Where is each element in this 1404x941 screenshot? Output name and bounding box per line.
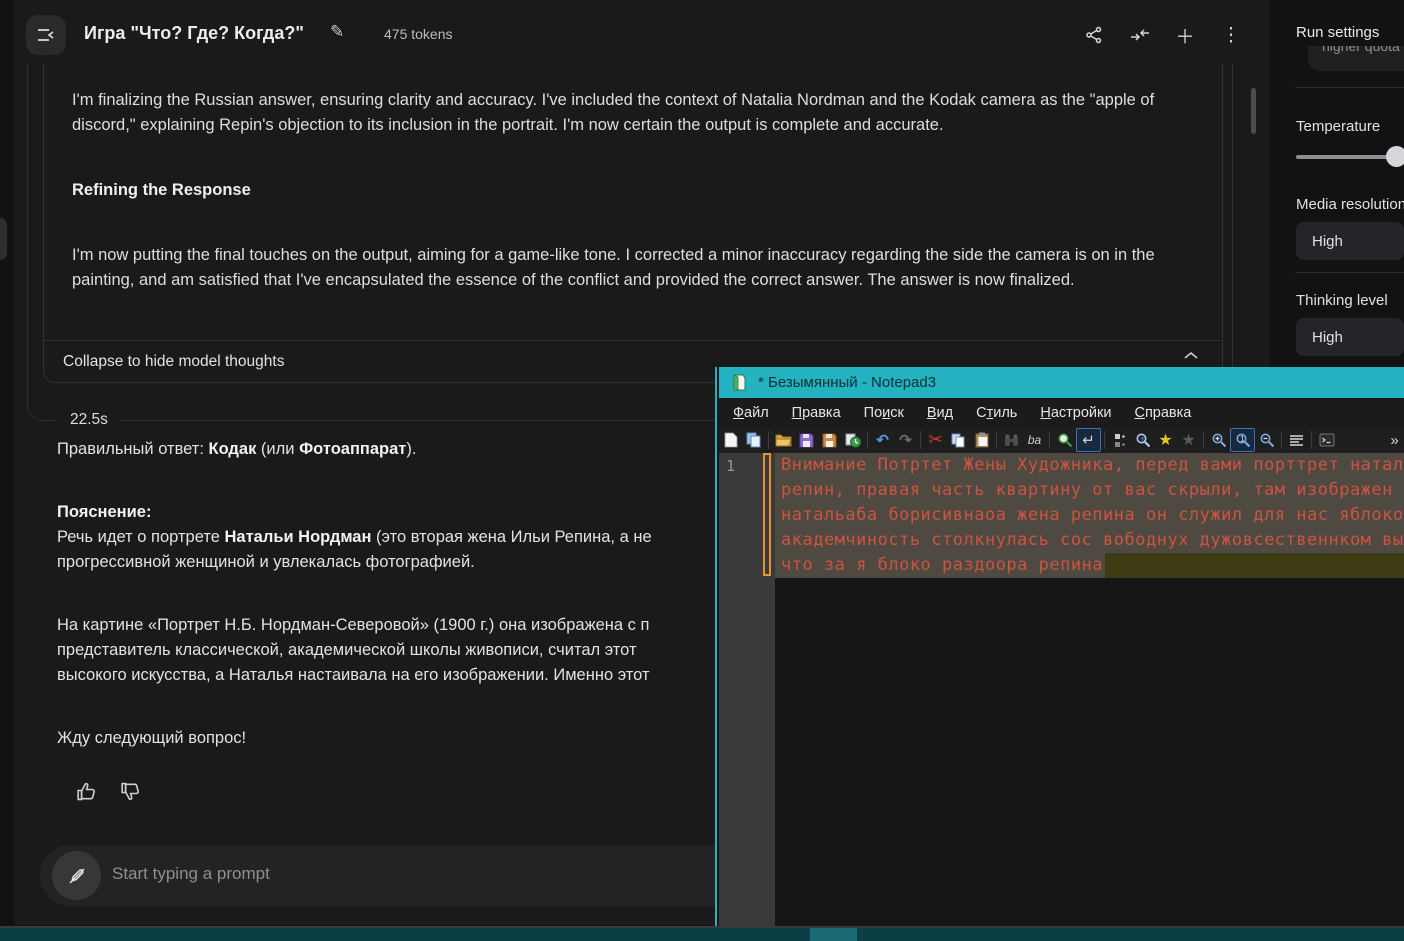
- notepad3-menubar[interactable]: Файл Правка Поиск Вид Стиль Настройки Справка: [719, 398, 1404, 427]
- paste-icon[interactable]: [970, 429, 993, 451]
- menu-item[interactable]: Поиск: [864, 405, 904, 421]
- page-title: Игра "Что? Где? Когда?": [84, 23, 304, 43]
- compare-icon[interactable]: [1130, 25, 1150, 45]
- replace-icon[interactable]: ba: [1023, 429, 1046, 451]
- media-resolution-label: Media resolution: [1296, 196, 1404, 213]
- copy-icon[interactable]: [947, 429, 970, 451]
- thinking-level-dropdown[interactable]: High: [1296, 318, 1404, 356]
- menu-item[interactable]: Вид: [927, 405, 953, 421]
- thought-heading: Refining the Response: [72, 181, 251, 199]
- menu-item[interactable]: Правка: [792, 405, 841, 421]
- notepad3-editor[interactable]: 1 Внимание Потртет Жены Художника, перед…: [719, 453, 1404, 928]
- zoom-reset-icon[interactable]: 1: [1230, 428, 1255, 452]
- media-resolution-value: High: [1312, 232, 1343, 250]
- thinking-time-badge: 22.5s: [58, 408, 120, 432]
- line-number: 1: [726, 457, 736, 475]
- thought-paragraph: I'm finalizing the Russian answer, ensur…: [72, 91, 1155, 134]
- find-in-doc-icon[interactable]: [1053, 429, 1076, 451]
- header: Игра "Что? Где? Когда?" ✎ 475 tokens ＋ ⋮: [0, 0, 1404, 70]
- menu-item[interactable]: Справка: [1134, 405, 1191, 421]
- pen-disabled-icon: [66, 865, 88, 887]
- add-icon[interactable]: ＋: [1175, 25, 1195, 48]
- scrollbar-thumb[interactable]: [1251, 88, 1256, 134]
- thinking-level-value: High: [1312, 328, 1343, 346]
- thinking-level-label: Thinking level: [1296, 292, 1388, 309]
- thoughts-text: I'm finalizing the Russian answer, ensur…: [72, 88, 1202, 318]
- chevron-up-icon[interactable]: [1183, 350, 1199, 362]
- model-picker-subtitle: higher quota: [1322, 46, 1400, 54]
- thought-paragraph: I'm now putting the final touches on the…: [72, 246, 1155, 289]
- redo-icon[interactable]: ↷: [894, 429, 917, 451]
- mark-all-icon[interactable]: ✳: [1131, 429, 1154, 451]
- media-resolution-dropdown[interactable]: High: [1296, 222, 1404, 260]
- editor-line: натальаба борисивнаоа жена репина он слу…: [775, 503, 1404, 528]
- doc-lines-icon[interactable]: [1285, 429, 1308, 451]
- token-count: 475 tokens: [384, 26, 453, 42]
- notepad3-app-icon: [731, 374, 748, 391]
- menu-item[interactable]: Настройки: [1040, 405, 1111, 421]
- model-picker-clipped[interactable]: higher quota: [1308, 46, 1404, 71]
- console-icon[interactable]: [1315, 429, 1338, 451]
- selection-tail: [1105, 553, 1404, 578]
- find-icon[interactable]: [1000, 429, 1023, 451]
- svg-text:1: 1: [1240, 435, 1245, 444]
- editor-text[interactable]: Внимание Потртет Жены Художника, перед в…: [775, 453, 1404, 578]
- prompt-placeholder: Start typing a prompt: [112, 864, 270, 883]
- thumbs-down-icon[interactable]: [119, 780, 143, 804]
- more-menu-icon[interactable]: ⋮: [1221, 25, 1241, 46]
- temperature-label: Temperature: [1296, 118, 1381, 135]
- undo-icon[interactable]: ↶: [871, 429, 894, 451]
- thumbs-up-icon[interactable]: [75, 780, 99, 804]
- zoom-out-icon[interactable]: [1255, 429, 1278, 451]
- collapse-panel-icon: [37, 28, 55, 42]
- word-wrap-icon[interactable]: ↵: [1076, 428, 1101, 452]
- editor-margin: 1: [719, 453, 775, 928]
- new-window-icon[interactable]: [742, 429, 765, 451]
- overflow-chevron-icon[interactable]: »: [1383, 429, 1404, 451]
- new-file-icon[interactable]: [719, 429, 742, 451]
- favorite-icon[interactable]: ★: [1154, 429, 1177, 451]
- menu-item[interactable]: Файл: [733, 405, 769, 421]
- notepad3-window[interactable]: * Безымянный - Notepad3 Файл Правка Поиск В…: [715, 367, 1404, 928]
- collapse-thoughts-label: Collapse to hide model thoughts: [63, 353, 285, 370]
- divider: [1295, 87, 1404, 88]
- collapse-panel-button[interactable]: [26, 15, 66, 55]
- favorite-off-icon[interactable]: ★: [1177, 429, 1200, 451]
- cut-icon[interactable]: ✂: [924, 429, 947, 451]
- share-icon[interactable]: [1084, 25, 1104, 45]
- editor-line: что за я блоко раздоора репина: [775, 553, 1404, 578]
- run-settings-heading: Run settings: [1296, 24, 1380, 41]
- notepad3-toolbar[interactable]: ↶ ↷ ✂ ba ↵ ✳ ★ ★ 1 »: [719, 427, 1404, 453]
- taskbar[interactable]: [0, 928, 1404, 941]
- zoom-in-icon[interactable]: [1207, 429, 1230, 451]
- notepad3-titlebar[interactable]: * Безымянный - Notepad3: [719, 367, 1404, 398]
- temperature-slider-thumb[interactable]: [1386, 146, 1404, 167]
- divider: [1295, 272, 1404, 273]
- prompt-tools-button[interactable]: [52, 851, 101, 900]
- save-as-icon[interactable]: [818, 429, 841, 451]
- edit-pencil-icon[interactable]: ✎: [330, 22, 344, 42]
- svg-text:✳: ✳: [1139, 435, 1146, 444]
- menu-item[interactable]: Стиль: [976, 405, 1017, 421]
- open-folder-icon[interactable]: [772, 429, 795, 451]
- recent-files-icon[interactable]: [841, 429, 864, 451]
- modified-line-marker: [763, 453, 771, 576]
- editor-line: академчиность столкнулась сос вободнух д…: [775, 528, 1404, 553]
- editor-line: Внимание Потртет Жены Художника, перед в…: [775, 453, 1404, 478]
- occurrence-marks-icon[interactable]: [1108, 429, 1131, 451]
- left-panel-handle[interactable]: [0, 218, 7, 260]
- save-icon[interactable]: [795, 429, 818, 451]
- window-title: * Безымянный - Notepad3: [758, 374, 937, 391]
- editor-line: репин, правая часть квартину от вас скры…: [775, 478, 1404, 503]
- taskbar-active-segment[interactable]: [810, 928, 857, 941]
- run-settings-panel: Run settings higher quota Temperature Me…: [1283, 0, 1404, 367]
